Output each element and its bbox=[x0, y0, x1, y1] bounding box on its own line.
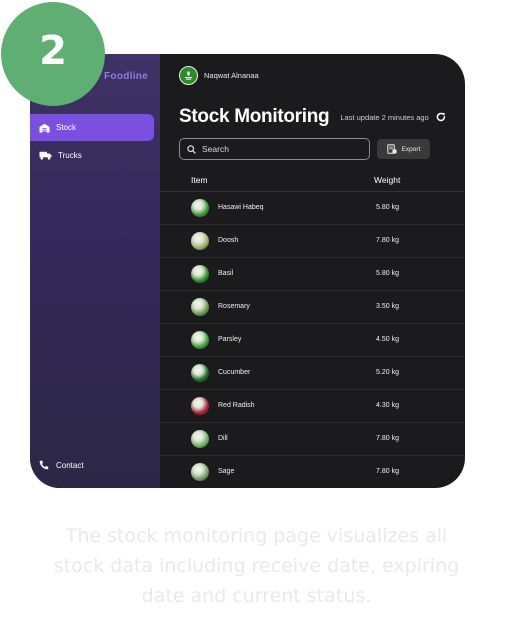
table-row[interactable]: Cucumber 5.20 kg bbox=[160, 357, 465, 390]
table-row[interactable]: Parsley 4.50 kg bbox=[160, 324, 465, 357]
user-profile[interactable]: Naqwat Alnanaa bbox=[179, 66, 259, 85]
item-name: Rosemary bbox=[218, 303, 250, 310]
item-name: Sage bbox=[218, 468, 235, 475]
item-weight: 4.50 kg bbox=[376, 336, 399, 343]
item-weight: 7.80 kg bbox=[376, 468, 399, 475]
caption-line: date and current status. bbox=[141, 585, 372, 607]
sidebar: Foodline Stock Trucks Contact bbox=[30, 54, 160, 488]
item-thumbnail bbox=[191, 364, 209, 382]
table-row[interactable]: Doosh 7.80 kg bbox=[160, 225, 465, 258]
search-icon bbox=[187, 144, 196, 154]
item-weight: 5.80 kg bbox=[376, 270, 399, 277]
export-button[interactable]: Export bbox=[377, 139, 430, 159]
app-window: Foodline Stock Trucks Contact Naqwat Aln… bbox=[30, 54, 465, 488]
item-name: Cucumber bbox=[218, 369, 251, 376]
item-weight: 7.80 kg bbox=[376, 237, 399, 244]
item-thumbnail bbox=[191, 430, 209, 448]
page-title: Stock Monitoring bbox=[179, 106, 330, 127]
item-weight: 5.20 kg bbox=[376, 369, 399, 376]
search-placeholder: Search bbox=[202, 144, 229, 154]
step-badge: 2 bbox=[1, 2, 105, 106]
sidebar-item-label: Trucks bbox=[58, 151, 82, 160]
column-header-weight[interactable]: Weight bbox=[374, 175, 400, 185]
step-number: 2 bbox=[39, 28, 67, 74]
title-row: Stock Monitoring Last update 2 minutes a… bbox=[179, 106, 446, 128]
sidebar-item-label: Contact bbox=[56, 460, 84, 470]
item-thumbnail bbox=[191, 199, 209, 217]
refresh-button[interactable] bbox=[436, 112, 446, 122]
item-weight: 5.80 kg bbox=[376, 204, 399, 211]
warehouse-icon bbox=[39, 123, 50, 132]
brand-name: Foodline bbox=[104, 71, 149, 82]
sidebar-item-trucks[interactable]: Trucks bbox=[30, 142, 154, 169]
item-weight: 4.30 kg bbox=[376, 402, 399, 409]
caption-line: stock data including receive date, expir… bbox=[53, 555, 460, 577]
caption-line: The stock monitoring page visualizes all bbox=[65, 525, 448, 547]
refresh-icon bbox=[436, 112, 445, 122]
item-thumbnail bbox=[191, 397, 209, 415]
truck-icon bbox=[39, 151, 52, 160]
item-name: Parsley bbox=[218, 336, 242, 343]
item-thumbnail bbox=[191, 331, 209, 349]
caption: The stock monitoring page visualizes all… bbox=[0, 521, 513, 611]
item-thumbnail bbox=[191, 232, 209, 250]
item-weight: 3.50 kg bbox=[376, 303, 399, 310]
sidebar-item-contact[interactable]: Contact bbox=[39, 460, 84, 470]
sidebar-item-stock[interactable]: Stock bbox=[30, 114, 154, 141]
table-row[interactable]: Red Radish 4.30 kg bbox=[160, 390, 465, 423]
item-name: Basil bbox=[218, 270, 234, 277]
table-row[interactable]: Sage 7.80 kg bbox=[160, 456, 465, 488]
organization-logo-icon bbox=[179, 66, 198, 85]
item-name: Doosh bbox=[218, 237, 239, 244]
main-content: Naqwat Alnanaa Stock Monitoring Last upd… bbox=[160, 54, 465, 488]
item-name: Red Radish bbox=[218, 402, 255, 409]
table-row[interactable]: Basil 5.80 kg bbox=[160, 258, 465, 291]
item-name: Dill bbox=[218, 435, 228, 442]
item-thumbnail bbox=[191, 265, 209, 283]
item-name: Hasawi Habeq bbox=[218, 204, 264, 211]
item-weight: 7.80 kg bbox=[376, 435, 399, 442]
export-icon bbox=[386, 144, 397, 154]
table-header: Item Weight bbox=[160, 166, 465, 192]
export-label: Export bbox=[401, 145, 421, 153]
user-name: Naqwat Alnanaa bbox=[204, 71, 259, 80]
search-input[interactable]: Search bbox=[179, 138, 370, 160]
table-row[interactable]: Rosemary 3.50 kg bbox=[160, 291, 465, 324]
column-header-item[interactable]: Item bbox=[191, 175, 208, 185]
table-row[interactable]: Hasawi Habeq 5.80 kg bbox=[160, 192, 465, 225]
last-update-text: Last update 2 minutes ago bbox=[340, 112, 429, 122]
stock-table-body: Hasawi Habeq 5.80 kg Doosh 7.80 kg Basil 5.80… bbox=[160, 192, 465, 488]
table-row[interactable]: Dill 7.80 kg bbox=[160, 423, 465, 456]
item-thumbnail bbox=[191, 463, 209, 481]
item-thumbnail bbox=[191, 298, 209, 316]
sidebar-item-label: Stock bbox=[56, 123, 77, 132]
phone-icon bbox=[39, 460, 49, 470]
